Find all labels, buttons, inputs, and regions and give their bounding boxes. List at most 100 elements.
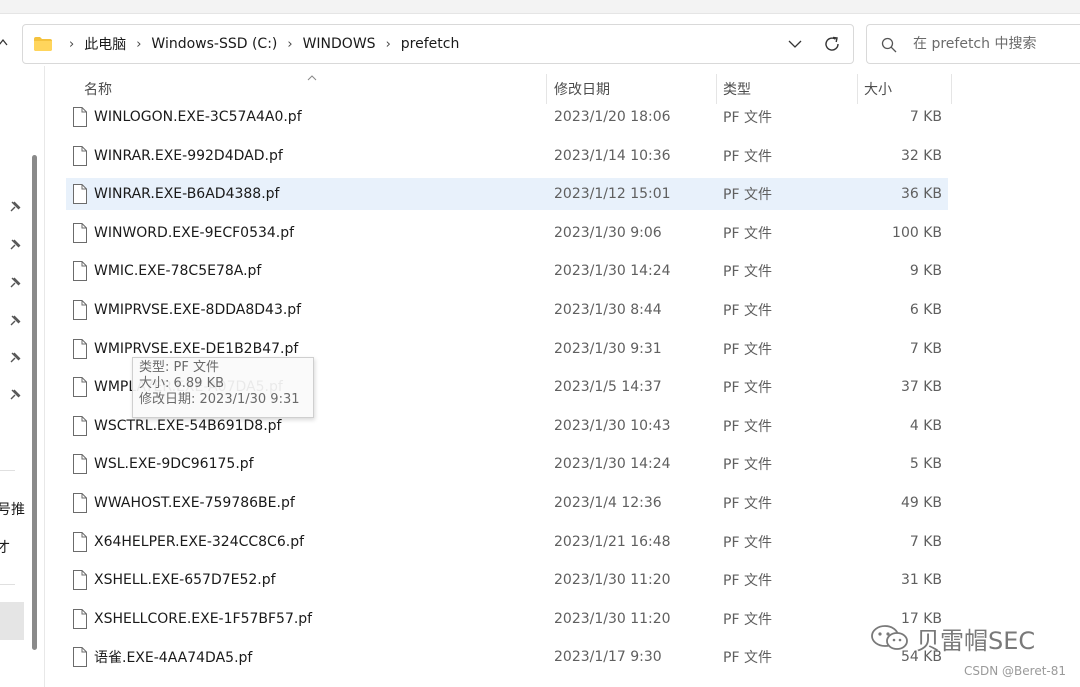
file-type: PF 文件 xyxy=(723,303,772,319)
file-size: 7 KB xyxy=(909,534,942,550)
file-row[interactable]: WMIPRVSE.EXE-8DDA8D43.pf 2023/1/30 8:44 PF… xyxy=(66,294,948,326)
file-row[interactable]: XSHELL.EXE-657D7E52.pf 2023/1/30 11:20 PF … xyxy=(66,564,948,596)
tooltip-type: 类型: PF 文件 xyxy=(139,360,219,375)
breadcrumb-this-pc[interactable]: 此电脑 xyxy=(84,34,126,54)
file-name: WSCTRL.EXE-54B691D8.pf xyxy=(94,418,282,434)
file-size: 4 KB xyxy=(909,418,942,434)
file-type: PF 文件 xyxy=(723,457,772,473)
refresh-button[interactable] xyxy=(821,33,843,55)
column-divider[interactable] xyxy=(951,74,952,104)
file-icon xyxy=(73,377,87,397)
file-icon xyxy=(73,223,87,243)
file-name: WMIC.EXE-78C5E78A.pf xyxy=(94,263,262,279)
file-tooltip: 类型: PF 文件 大小: 6.89 KB 修改日期: 2023/1/30 9:… xyxy=(132,357,314,418)
search-box[interactable] xyxy=(866,24,1080,64)
sidebar-item-label[interactable]: 号推 xyxy=(0,499,25,519)
file-size: 37 KB xyxy=(900,379,942,395)
column-header-type[interactable]: 类型 xyxy=(705,74,845,104)
file-date: 2023/1/5 14:37 xyxy=(554,379,662,395)
file-type: PF 文件 xyxy=(723,650,772,666)
file-row[interactable]: WMIC.EXE-78C5E78A.pf 2023/1/30 14:24 PF 文件… xyxy=(66,255,948,287)
file-size: 36 KB xyxy=(900,186,942,202)
file-date: 2023/1/30 14:24 xyxy=(554,456,671,472)
breadcrumb-separator-icon: › xyxy=(385,36,391,52)
file-icon xyxy=(73,146,87,166)
pin-icon[interactable] xyxy=(8,388,22,402)
pane-divider[interactable] xyxy=(44,66,45,687)
column-header-date[interactable]: 修改日期 xyxy=(536,74,706,104)
pin-icon[interactable] xyxy=(8,200,22,214)
file-name: WSL.EXE-9DC96175.pf xyxy=(94,456,254,472)
file-name: WINRAR.EXE-B6AD4388.pf xyxy=(94,186,280,202)
file-name: WINLOGON.EXE-3C57A4A0.pf xyxy=(94,109,302,125)
file-size: 6 KB xyxy=(909,302,942,318)
file-size: 7 KB xyxy=(909,341,942,357)
sidebar-selected-item[interactable] xyxy=(0,602,24,640)
file-type: PF 文件 xyxy=(723,187,772,203)
file-name: XSHELLCORE.EXE-1F57BF57.pf xyxy=(94,611,313,627)
sidebar-scrollbar[interactable] xyxy=(32,155,37,650)
address-history-button[interactable] xyxy=(785,34,805,54)
file-icon xyxy=(73,493,87,513)
file-type: PF 文件 xyxy=(723,496,772,512)
file-row[interactable]: X64HELPER.EXE-324CC8C6.pf 2023/1/21 16:48… xyxy=(66,526,948,558)
tooltip-size: 大小: 6.89 KB xyxy=(139,376,225,391)
file-name: WMIPRVSE.EXE-8DDA8D43.pf xyxy=(94,302,302,318)
sidebar-item-label[interactable]: 才 xyxy=(0,537,10,557)
file-row[interactable]: WWAHOST.EXE-759786BE.pf 2023/1/4 12:36 PF … xyxy=(66,487,948,519)
file-row[interactable]: 语雀.EXE-4AA74DA5.pf 2023/1/17 9:30 PF 文件 54 … xyxy=(66,641,948,673)
file-size: 32 KB xyxy=(900,148,942,164)
file-name: WINWORD.EXE-9ECF0534.pf xyxy=(94,225,295,241)
file-row[interactable]: WINWORD.EXE-9ECF0534.pf 2023/1/30 9:06 PF … xyxy=(66,217,948,249)
watermark: 贝雷帽SEC xyxy=(868,620,1035,656)
file-icon xyxy=(73,609,87,629)
file-type: PF 文件 xyxy=(723,612,772,628)
file-date: 2023/1/14 10:36 xyxy=(554,148,671,164)
file-type: PF 文件 xyxy=(723,149,772,165)
file-date: 2023/1/30 10:43 xyxy=(554,418,671,434)
breadcrumb-prefetch[interactable]: prefetch xyxy=(401,36,460,52)
file-size: 9 KB xyxy=(909,263,942,279)
folder-icon xyxy=(34,37,52,51)
pin-icon[interactable] xyxy=(8,276,22,290)
file-icon xyxy=(73,300,87,320)
file-size: 31 KB xyxy=(900,572,942,588)
file-row[interactable]: WINRAR.EXE-992D4DAD.pf 2023/1/14 10:36 PF … xyxy=(66,140,948,172)
navigation-pane: 号推 才 xyxy=(0,66,44,687)
breadcrumb-drive-c[interactable]: Windows-SSD (C:) xyxy=(151,36,277,52)
breadcrumb: › 此电脑 › Windows-SSD (C:) › WINDOWS › pre… xyxy=(69,25,459,63)
search-input[interactable] xyxy=(913,34,1073,54)
file-row[interactable]: WINRAR.EXE-B6AD4388.pf 2023/1/12 15:01 PF … xyxy=(66,178,948,210)
window-top-strip xyxy=(0,0,1080,14)
column-header-size[interactable]: 大小 xyxy=(846,74,946,104)
file-size: 49 KB xyxy=(900,495,942,511)
breadcrumb-windows[interactable]: WINDOWS xyxy=(303,36,376,52)
file-size: 7 KB xyxy=(909,109,942,125)
file-name: WMIPRVSE.EXE-DE1B2B47.pf xyxy=(94,341,299,357)
file-date: 2023/1/30 9:06 xyxy=(554,225,662,241)
file-type: PF 文件 xyxy=(723,342,772,358)
file-date: 2023/1/30 11:20 xyxy=(554,611,671,627)
file-icon xyxy=(73,454,87,474)
file-size: 5 KB xyxy=(909,456,942,472)
pin-icon[interactable] xyxy=(8,238,22,252)
file-row[interactable]: XSHELLCORE.EXE-1F57BF57.pf 2023/1/30 11:2… xyxy=(66,603,948,635)
file-row[interactable]: WSL.EXE-9DC96175.pf 2023/1/30 14:24 PF 文件 5… xyxy=(66,448,948,480)
breadcrumb-separator-icon: › xyxy=(287,36,293,52)
breadcrumb-separator-icon: › xyxy=(69,36,75,52)
pin-icon[interactable] xyxy=(8,351,22,365)
file-row[interactable]: WINLOGON.EXE-3C57A4A0.pf 2023/1/20 18:06 P… xyxy=(66,101,948,133)
watermark-text: 贝雷帽SEC xyxy=(916,626,1036,655)
breadcrumb-separator-icon: › xyxy=(136,36,142,52)
address-bar[interactable]: › 此电脑 › Windows-SSD (C:) › WINDOWS › pre… xyxy=(22,24,854,64)
file-date: 2023/1/4 12:36 xyxy=(554,495,662,511)
file-icon xyxy=(73,570,87,590)
divider xyxy=(0,470,15,471)
file-date: 2023/1/30 9:31 xyxy=(554,341,662,357)
file-date: 2023/1/30 11:20 xyxy=(554,572,671,588)
pin-icon[interactable] xyxy=(8,314,22,328)
chevron-up-icon[interactable] xyxy=(0,36,8,50)
column-header-name[interactable]: 名称 xyxy=(66,74,546,104)
file-type: PF 文件 xyxy=(723,226,772,242)
divider xyxy=(0,584,15,585)
